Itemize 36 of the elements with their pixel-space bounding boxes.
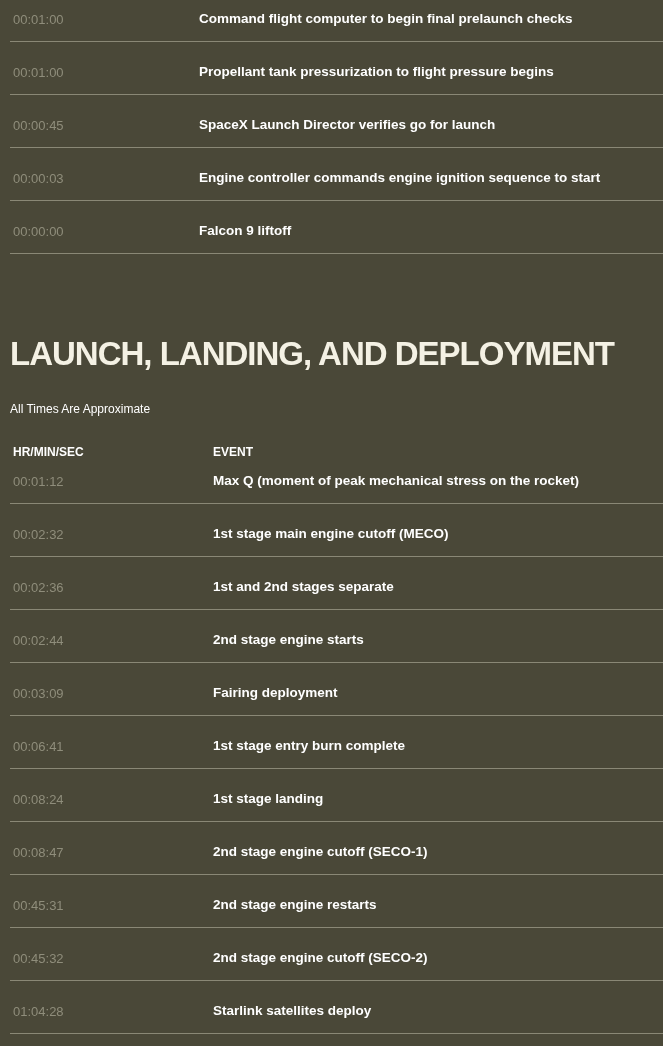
event-cell-text: SpaceX Launch Director verifies go for launch (199, 116, 496, 135)
time-cell-text: 00:03:09 (12, 684, 65, 703)
section-title: LAUNCH, LANDING, AND DEPLOYMENT (10, 334, 616, 374)
event-cell-text: 1st stage landing (213, 790, 324, 809)
time-cell-text: 00:02:36 (12, 578, 65, 597)
event-cell-text: Max Q (moment of peak mechanical stress on the rocket) (213, 472, 580, 491)
event-cell-text: 1st stage entry burn complete (213, 737, 406, 756)
time-cell-text: 00:01:00 (12, 10, 65, 29)
time-cell-text: 00:08:24 (12, 790, 65, 809)
time-cell-text: 00:00:45 (12, 116, 65, 135)
event-cell-text: 2nd stage engine cutoff (SECO-1) (213, 843, 428, 862)
time-cell-text: 01:04:28 (12, 1002, 65, 1021)
time-cell-text: 00:01:00 (12, 63, 65, 82)
event-cell-text: Engine controller commands engine ignition sequence to start (199, 169, 601, 188)
time-cell-text: 00:00:03 (12, 169, 65, 188)
event-cell-text: 2nd stage engine restarts (213, 896, 377, 915)
time-cell-text: 00:00:00 (12, 222, 65, 241)
column-header: HR/MIN/SEC (12, 444, 85, 461)
event-cell-text: Propellant tank pressurization to flight pressure begins (199, 63, 554, 82)
time-cell-text: 00:45:31 (12, 896, 65, 915)
time-cell-text: 00:01:12 (12, 472, 65, 491)
note-text: All Times Are Approximate (10, 401, 152, 418)
event-cell-text: 1st and 2nd stages separate (213, 578, 394, 597)
event-cell-text: 1st stage main engine cutoff (MECO) (213, 525, 449, 544)
event-cell-text: 2nd stage engine cutoff (SECO-2) (213, 949, 428, 968)
event-cell-text: Falcon 9 liftoff (199, 222, 292, 241)
column-header: EVENT (213, 444, 253, 461)
time-cell-text: 00:08:47 (12, 843, 65, 862)
time-cell-text: 00:02:44 (12, 631, 65, 650)
time-cell-text: 00:02:32 (12, 525, 65, 544)
time-cell-text: 00:45:32 (12, 949, 65, 968)
event-cell-text: Fairing deployment (213, 684, 338, 703)
event-cell-text: Command flight computer to begin final prelaunch checks (199, 10, 573, 29)
event-cell-text: 2nd stage engine starts (213, 631, 364, 650)
time-cell-text: 00:06:41 (12, 737, 65, 756)
event-cell-text: Starlink satellites deploy (213, 1002, 372, 1021)
